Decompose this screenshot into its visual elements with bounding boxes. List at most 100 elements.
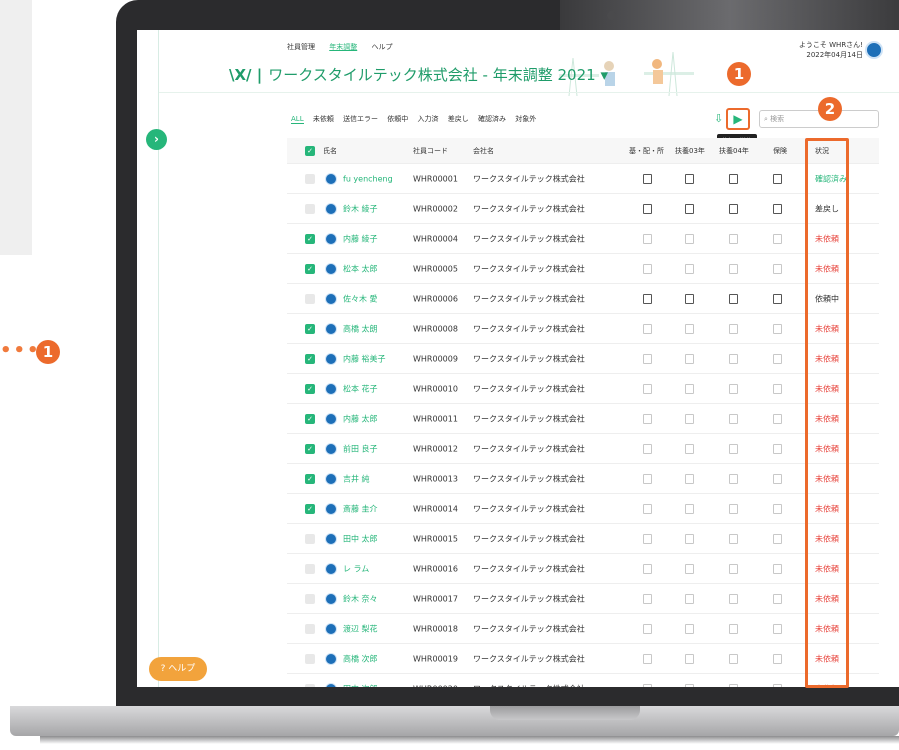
document-icon[interactable]	[685, 563, 694, 574]
employee-name[interactable]: 内藤 綾子	[343, 233, 378, 244]
document-icon[interactable]	[643, 593, 652, 604]
select-all-checkbox[interactable]: ✓	[305, 145, 315, 156]
document-icon[interactable]	[643, 683, 652, 687]
document-icon[interactable]	[773, 233, 782, 244]
employee-name[interactable]: 吉井 純	[343, 473, 370, 484]
employee-name[interactable]: 田中 次郎	[343, 683, 378, 687]
nav-item-employees[interactable]: 社員管理	[287, 43, 315, 51]
table-row[interactable]: 高橋 次郎 WHR00019 ワークスタイルテック株式会社 未依頼	[287, 644, 879, 674]
table-row[interactable]: ✓ 前田 良子 WHR00012 ワークスタイルテック株式会社 未依頼	[287, 434, 879, 464]
document-icon[interactable]	[773, 383, 782, 394]
send-request-button[interactable]: ▶	[726, 108, 750, 130]
document-icon[interactable]	[685, 683, 694, 687]
document-icon[interactable]	[685, 533, 694, 544]
document-icon[interactable]	[729, 353, 738, 364]
document-icon[interactable]	[729, 323, 738, 334]
employee-name[interactable]: fu yencheng	[343, 174, 393, 183]
row-checkbox[interactable]	[305, 623, 315, 634]
document-icon[interactable]	[643, 233, 652, 244]
document-icon[interactable]	[643, 623, 652, 634]
document-icon[interactable]	[643, 443, 652, 454]
document-icon[interactable]	[685, 293, 694, 304]
document-icon[interactable]	[773, 173, 782, 184]
document-icon[interactable]	[685, 413, 694, 424]
document-icon[interactable]	[729, 173, 738, 184]
filter-tab[interactable]: 入力済	[418, 115, 439, 123]
document-icon[interactable]	[685, 593, 694, 604]
document-icon[interactable]	[729, 473, 738, 484]
row-checkbox[interactable]: ✓	[305, 263, 315, 274]
document-icon[interactable]	[643, 653, 652, 664]
document-icon[interactable]	[729, 383, 738, 394]
filter-tab[interactable]: 対象外	[515, 115, 536, 123]
document-icon[interactable]	[729, 263, 738, 274]
row-checkbox[interactable]: ✓	[305, 353, 315, 364]
document-icon[interactable]	[773, 293, 782, 304]
document-icon[interactable]	[729, 683, 738, 687]
document-icon[interactable]	[773, 353, 782, 364]
document-icon[interactable]	[729, 563, 738, 574]
document-icon[interactable]	[685, 383, 694, 394]
row-checkbox[interactable]: ✓	[305, 443, 315, 454]
row-checkbox[interactable]: ✓	[305, 413, 315, 424]
user-avatar[interactable]	[865, 41, 883, 59]
document-icon[interactable]	[773, 653, 782, 664]
document-icon[interactable]	[773, 263, 782, 274]
employee-name[interactable]: 高橋 次郎	[343, 653, 378, 664]
document-icon[interactable]	[773, 563, 782, 574]
table-row[interactable]: ✓ 内藤 太郎 WHR00011 ワークスタイルテック株式会社 未依頼	[287, 404, 879, 434]
document-icon[interactable]	[773, 683, 782, 687]
column-company[interactable]: 会社名	[473, 146, 494, 156]
employee-name[interactable]: 松本 太郎	[343, 263, 378, 274]
document-icon[interactable]	[773, 413, 782, 424]
employee-name[interactable]: 鈴木 奈々	[343, 593, 378, 604]
employee-name[interactable]: 高橋 太朗	[343, 323, 378, 334]
filter-tab[interactable]: 依頼中	[387, 115, 408, 123]
row-checkbox[interactable]: ✓	[305, 503, 315, 514]
filter-tab[interactable]: 確認済み	[478, 115, 506, 123]
document-icon[interactable]	[643, 293, 652, 304]
nav-item-help[interactable]: ヘルプ	[371, 43, 392, 51]
row-checkbox[interactable]: ✓	[305, 323, 315, 334]
document-icon[interactable]	[729, 413, 738, 424]
document-icon[interactable]	[773, 623, 782, 634]
row-checkbox[interactable]: ✓	[305, 383, 315, 394]
document-icon[interactable]	[773, 533, 782, 544]
table-row[interactable]: 佐々木 愛 WHR00006 ワークスタイルテック株式会社 依頼中	[287, 284, 879, 314]
employee-name[interactable]: 内藤 裕美子	[343, 353, 386, 364]
document-icon[interactable]	[773, 443, 782, 454]
filter-tab[interactable]: 未依頼	[313, 115, 334, 123]
filter-tab[interactable]: ALL	[291, 115, 304, 124]
table-row[interactable]: ✓ 斎藤 圭介 WHR00014 ワークスタイルテック株式会社 未依頼	[287, 494, 879, 524]
table-row[interactable]: レ ラム WHR00016 ワークスタイルテック株式会社 未依頼	[287, 554, 879, 584]
row-checkbox[interactable]	[305, 293, 315, 304]
document-icon[interactable]	[729, 203, 738, 214]
table-row[interactable]: 鈴木 奈々 WHR00017 ワークスタイルテック株式会社 未依頼	[287, 584, 879, 614]
column-name[interactable]: 氏名	[323, 146, 337, 156]
employee-name[interactable]: 佐々木 愛	[343, 293, 378, 304]
row-checkbox[interactable]	[305, 653, 315, 664]
document-icon[interactable]	[643, 503, 652, 514]
table-row[interactable]: 鈴木 綾子 WHR00002 ワークスタイルテック株式会社 差戻し	[287, 194, 879, 224]
document-icon[interactable]	[729, 533, 738, 544]
filter-tab[interactable]: 送信エラー	[343, 115, 378, 123]
document-icon[interactable]	[685, 323, 694, 334]
document-icon[interactable]	[643, 563, 652, 574]
document-icon[interactable]	[773, 323, 782, 334]
document-icon[interactable]	[643, 383, 652, 394]
row-checkbox[interactable]	[305, 533, 315, 544]
table-row[interactable]: ✓ 高橋 太朗 WHR00008 ワークスタイルテック株式会社 未依頼	[287, 314, 879, 344]
document-icon[interactable]	[643, 353, 652, 364]
employee-name[interactable]: 田中 太郎	[343, 533, 378, 544]
document-icon[interactable]	[685, 353, 694, 364]
employee-name[interactable]: 斎藤 圭介	[343, 503, 378, 514]
document-icon[interactable]	[643, 473, 652, 484]
document-icon[interactable]	[685, 653, 694, 664]
document-icon[interactable]	[729, 623, 738, 634]
table-row[interactable]: ✓ 内藤 裕美子 WHR00009 ワークスタイルテック株式会社 未依頼	[287, 344, 879, 374]
nav-item-year-end[interactable]: 年末調整	[329, 43, 357, 51]
row-checkbox[interactable]: ✓	[305, 473, 315, 484]
document-icon[interactable]	[729, 443, 738, 454]
row-checkbox[interactable]	[305, 173, 315, 184]
download-icon[interactable]: ⇩	[714, 112, 723, 125]
